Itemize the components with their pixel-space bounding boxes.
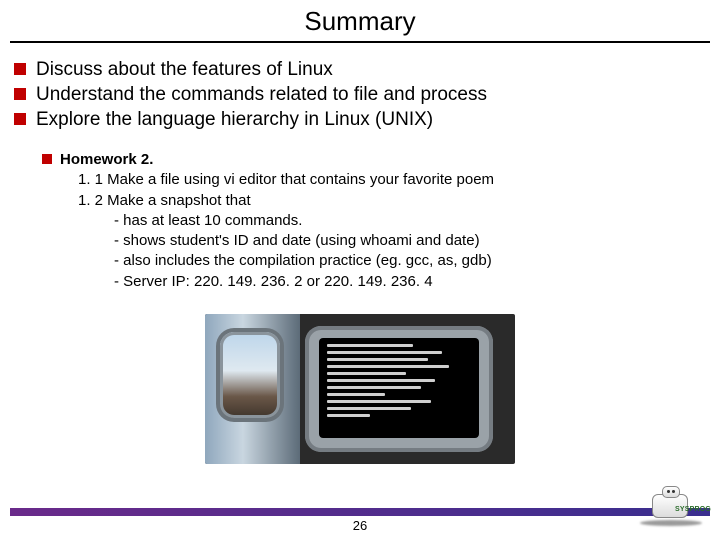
slide-title: Summary — [0, 0, 720, 41]
screenshot-image — [205, 314, 515, 464]
logo-eye-icon — [672, 490, 675, 493]
image-terminal-screen — [319, 338, 479, 438]
logo-eye-icon — [667, 490, 670, 493]
homework-subitem: - Server IP: 220. 149. 236. 2 or 220. 14… — [60, 272, 720, 292]
bullet-item: Understand the commands related to file … — [36, 82, 700, 107]
homework-heading: Homework 2. — [60, 150, 720, 170]
bullet-text: Discuss about the features of Linux — [36, 59, 333, 80]
page-number: 26 — [10, 518, 710, 533]
footer-divider — [10, 508, 710, 516]
bullet-text: Explore the language hierarchy in Linux … — [36, 109, 433, 130]
image-plane-interior — [205, 314, 300, 464]
logo-robot-head-icon — [662, 486, 680, 498]
slide-footer: 26 SYSPROG — [10, 508, 710, 530]
homework-subitem: - also includes the compilation practice… — [60, 251, 720, 271]
homework-subitem: - shows student's ID and date (using who… — [60, 231, 720, 251]
logo-text: SYSPROG — [675, 506, 711, 513]
logo-shadow-icon — [640, 520, 702, 526]
homework-item: 1. 1 Make a file using vi editor that co… — [60, 170, 720, 190]
square-bullet-icon — [14, 88, 26, 100]
homework-subitem: - has at least 10 commands. — [60, 211, 720, 231]
bullet-text: Understand the commands related to file … — [36, 84, 487, 105]
homework-item: 1. 2 Make a snapshot that — [60, 191, 720, 211]
sysprog-logo: SYSPROG — [632, 490, 710, 526]
title-divider — [10, 41, 710, 43]
bullet-item: Explore the language hierarchy in Linux … — [36, 107, 700, 132]
main-bullet-list: Discuss about the features of Linux Unde… — [0, 57, 720, 132]
bullet-item: Discuss about the features of Linux — [36, 57, 700, 82]
square-bullet-icon — [14, 113, 26, 125]
square-bullet-icon — [14, 63, 26, 75]
homework-heading-text: Homework 2. — [60, 151, 153, 168]
homework-block: Homework 2. 1. 1 Make a file using vi ed… — [60, 150, 720, 292]
square-bullet-icon — [42, 154, 52, 164]
image-plane-window — [220, 332, 280, 418]
image-monitor-frame — [305, 326, 493, 452]
